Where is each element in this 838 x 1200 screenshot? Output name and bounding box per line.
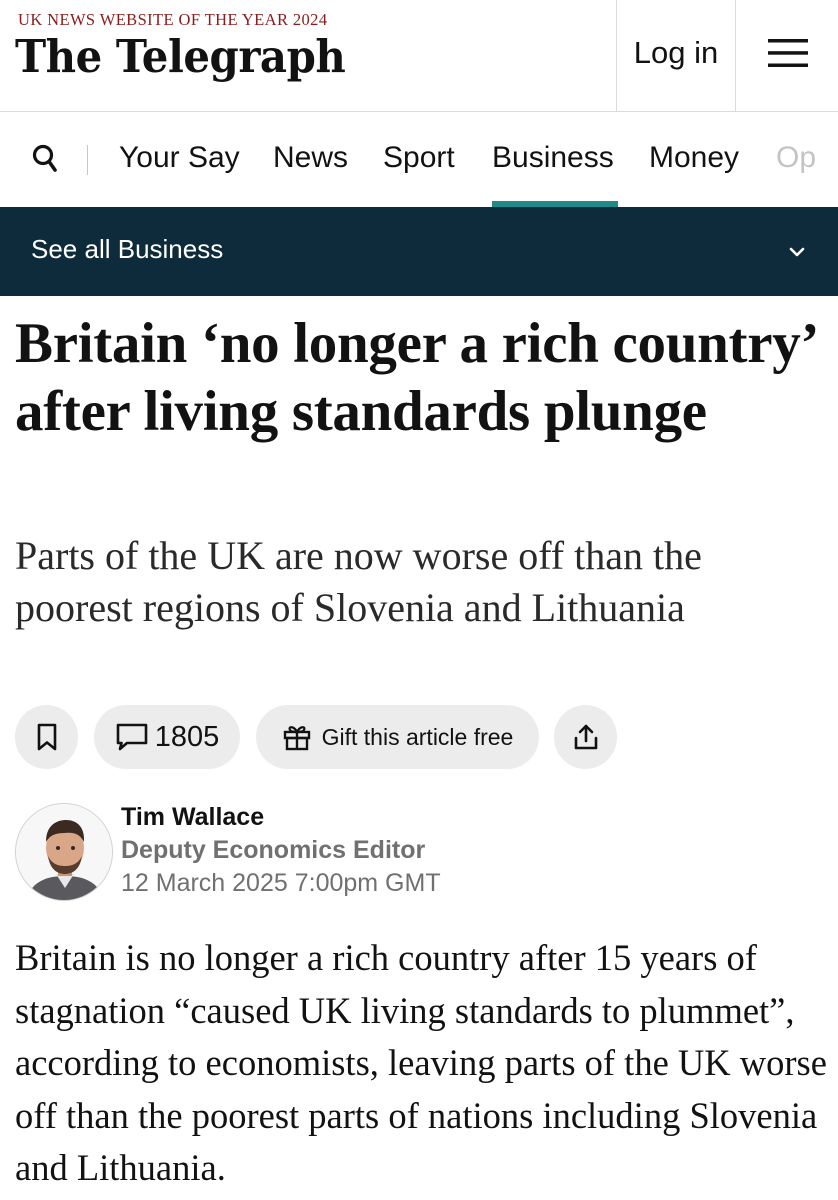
nav-divider	[87, 145, 88, 175]
hamburger-icon	[767, 38, 808, 67]
menu-button[interactable]	[737, 0, 838, 111]
search-icon	[32, 144, 57, 172]
login-button[interactable]: Log in	[616, 0, 736, 111]
publish-date: 12 March 2025 7:00pm GMT	[121, 869, 441, 897]
nav-item-your-say[interactable]: Your Say	[119, 138, 240, 180]
award-banner: UK NEWS WEBSITE OF THE YEAR 2024	[18, 10, 328, 29]
comment-icon	[116, 723, 148, 751]
bookmark-icon	[37, 723, 56, 751]
bookmark-button[interactable]	[15, 705, 78, 769]
nav-item-sport[interactable]: Sport	[383, 138, 455, 180]
author-avatar[interactable]	[15, 803, 113, 901]
nav-item-business[interactable]: Business	[492, 138, 614, 180]
author-name[interactable]: Tim Wallace	[121, 803, 264, 832]
search-button[interactable]	[28, 140, 62, 178]
section-nav: Your Say News Sport Business Money Op	[0, 112, 838, 207]
see-all-label: See all Business	[31, 234, 224, 264]
article-headline: Britain ‘no longer a rich country’ after…	[15, 312, 815, 443]
telegraph-logo[interactable]: The Telegraph	[15, 30, 346, 83]
share-button[interactable]	[554, 705, 617, 769]
see-all-section-bar[interactable]: See all Business	[0, 207, 838, 296]
gift-icon	[283, 726, 310, 751]
nav-item-news[interactable]: News	[273, 138, 348, 180]
comment-count: 1805	[154, 720, 220, 753]
masthead: UK NEWS WEBSITE OF THE YEAR 2024 The Tel…	[0, 0, 838, 112]
chevron-down-icon	[789, 247, 805, 257]
gift-article-label: Gift this article free	[321, 723, 514, 750]
comments-button[interactable]: 1805	[94, 705, 240, 769]
article-standfirst: Parts of the UK are now worse off than t…	[15, 533, 702, 630]
gift-article-button[interactable]: Gift this article free	[256, 705, 539, 769]
nav-item-opinion[interactable]: Op	[776, 138, 816, 180]
author-photo	[16, 804, 112, 900]
share-icon	[574, 724, 597, 750]
author-role: Deputy Economics Editor	[121, 836, 426, 864]
nav-item-money[interactable]: Money	[649, 138, 739, 180]
article-body-paragraph: Britain is no longer a rich country afte…	[15, 937, 827, 1188]
